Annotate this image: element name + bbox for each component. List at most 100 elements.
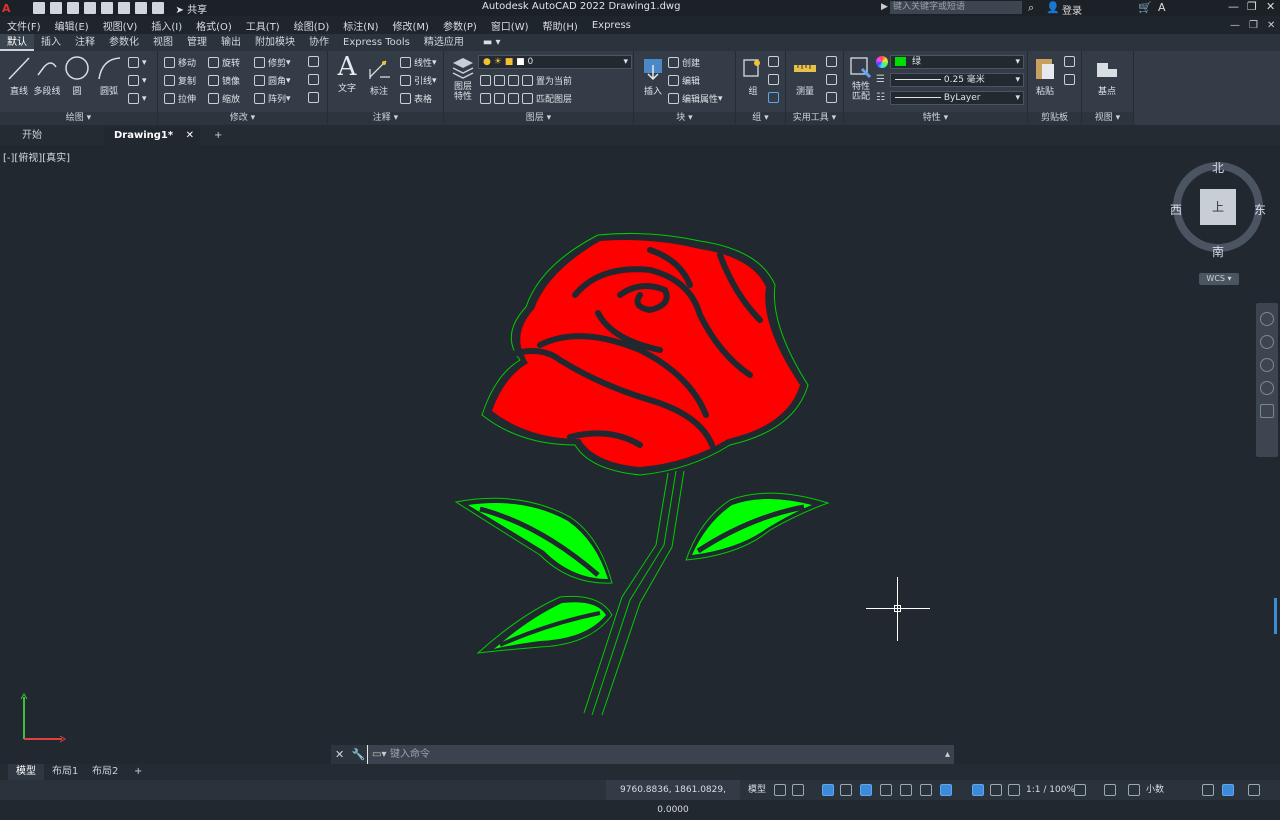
menu-dimension[interactable]: 标注(N) [343, 18, 378, 33]
model-space-button[interactable]: 模型 [748, 780, 766, 800]
snap-icon[interactable] [792, 784, 804, 796]
circle-button[interactable]: 圆 [60, 55, 94, 97]
layer-tools-row-2[interactable]: 匹配图层 [480, 92, 572, 105]
web-mobile-icon[interactable] [100, 2, 113, 14]
block-panel-label[interactable]: 块 ▾ [634, 112, 735, 125]
menu-draw[interactable]: 绘图(D) [294, 18, 330, 33]
match-properties-button[interactable]: 特性 匹配 [844, 55, 878, 102]
layer-properties-button[interactable]: 图层 特性 [446, 55, 480, 102]
fillet-tool[interactable]: 圆角 ▾ [254, 74, 291, 87]
zoom-icon[interactable] [1260, 358, 1274, 372]
tab-layout2[interactable]: 布局2 [84, 764, 126, 780]
user-icon[interactable]: 👤 [1046, 1, 1060, 14]
viewcube-top-face[interactable]: 上 [1200, 189, 1236, 225]
login-label[interactable]: 登录 [1062, 2, 1082, 17]
menu-file[interactable]: 文件(F) [7, 18, 41, 33]
menu-edit[interactable]: 编辑(E) [55, 18, 89, 33]
stretch-tool[interactable]: 拉伸 [164, 92, 196, 105]
menu-help[interactable]: 帮助(H) [543, 18, 578, 33]
close-icon[interactable]: ✕ [1266, 0, 1275, 13]
wcs-menu[interactable]: WCS ▾ [1199, 273, 1239, 285]
draw-panel-label[interactable]: 绘图 ▾ [0, 112, 157, 125]
menu-view[interactable]: 视图(V) [103, 18, 138, 33]
drawing-canvas[interactable]: [-][俯视][真实] 上 北 南 东 西 WCS ▾ [0, 145, 1280, 763]
current-layer-dropdown[interactable]: ● ☀ ■ ■ 0 ▾ [478, 55, 632, 69]
edit-attributes-tool[interactable]: 编辑属性 ▾ [668, 92, 723, 105]
trim-tool[interactable]: 修剪 ▾ [254, 56, 291, 69]
layer-tools-row-1[interactable]: 置为当前 [480, 74, 572, 87]
tab-model[interactable]: 模型 [8, 764, 44, 780]
clipboard-panel-label[interactable]: 剪贴板 [1028, 112, 1081, 125]
recent-commands-icon[interactable]: ▭▾ [372, 745, 386, 764]
customize-icon[interactable]: 🔧 [352, 748, 366, 761]
ribbon-options-icon[interactable]: ▬ ▾ [483, 37, 501, 48]
group-select-tool[interactable] [768, 92, 782, 103]
dimension-button[interactable]: 标注 [362, 55, 396, 97]
menu-tools[interactable]: 工具(T) [246, 18, 280, 33]
hatch-tool[interactable]: ▾ [128, 75, 147, 86]
linetype-dropdown[interactable]: ByLayer ▾ [890, 91, 1024, 105]
calculator-tool[interactable] [826, 92, 840, 103]
group-edit-tool[interactable] [768, 74, 782, 85]
more-draw-tool[interactable]: ▾ [128, 93, 147, 104]
leader-tool[interactable]: 引线 ▾ [400, 74, 437, 87]
pan-icon[interactable] [1260, 335, 1274, 349]
color-dropdown[interactable]: 绿 ▾ [890, 55, 1024, 69]
open-icon[interactable] [49, 2, 62, 14]
autocad-logo-icon[interactable]: A [2, 2, 11, 15]
tab-insert[interactable]: 插入 [34, 34, 68, 51]
table-tool[interactable]: 表格 [400, 92, 432, 105]
search-input[interactable]: 键入关键字或短语 [890, 1, 1022, 14]
tab-view[interactable]: 视图 [146, 34, 180, 51]
coordinates-display[interactable]: 9760.8836, 1861.0829, 0.0000 [606, 780, 740, 815]
annotation-monitor-icon[interactable] [1104, 784, 1116, 796]
paste-button[interactable]: 粘贴 [1028, 55, 1062, 97]
annotation-scale-value[interactable]: 1:1 / 100% [1026, 780, 1075, 800]
quick-calc-tool[interactable] [826, 56, 840, 67]
undo-icon[interactable] [134, 2, 147, 14]
polar-tracking-icon[interactable] [880, 784, 892, 796]
tab-collaborate[interactable]: 协作 [302, 34, 336, 51]
menu-express[interactable]: Express [592, 20, 631, 31]
measure-button[interactable]: 测量 [788, 55, 822, 97]
copy-clip-tool[interactable] [1064, 74, 1078, 85]
tab-annotate[interactable]: 注释 [68, 34, 102, 51]
polyline-button[interactable]: 多段线 [30, 55, 64, 97]
explode-tool[interactable] [308, 74, 322, 85]
array-tool[interactable]: 阵列 ▾ [254, 92, 291, 105]
tab-manage[interactable]: 管理 [180, 34, 214, 51]
ortho-icon[interactable] [860, 784, 872, 796]
scale-tool[interactable]: 缩放 [208, 92, 240, 105]
cart-icon[interactable]: 🛒 [1138, 1, 1152, 14]
compass-east[interactable]: 东 [1254, 201, 1266, 218]
object-snap-tracking-icon[interactable] [920, 784, 932, 796]
ungroup-tool[interactable] [768, 56, 782, 67]
create-block-tool[interactable]: 创建 [668, 56, 700, 69]
grid-icon[interactable] [774, 784, 786, 796]
units-dropdown[interactable]: 小数 [1146, 780, 1164, 800]
isolate-objects-icon[interactable] [1222, 784, 1234, 796]
cut-tool[interactable] [1064, 56, 1078, 67]
annotation-visibility-icon[interactable] [972, 784, 984, 796]
linear-tool[interactable]: 线性 ▾ [400, 56, 437, 69]
add-layout-button[interactable]: + [126, 764, 150, 780]
tab-start[interactable]: 开始 [12, 127, 102, 145]
new-tab-button[interactable]: + [204, 127, 232, 145]
infer-constraints-icon[interactable] [822, 784, 834, 796]
tab-parametric[interactable]: 参数化 [102, 34, 146, 51]
showmotion-icon[interactable] [1260, 404, 1274, 418]
arc-button[interactable]: 圆弧 [92, 55, 126, 97]
compass-north[interactable]: 北 [1212, 159, 1224, 176]
mirror-tool[interactable]: 镜像 [208, 74, 240, 87]
move-tool[interactable]: 移动 [164, 56, 196, 69]
linetype-icon[interactable]: ☷ [876, 92, 885, 103]
offset-tool[interactable] [308, 92, 322, 103]
help-icon[interactable]: A [1158, 1, 1166, 14]
dynamic-input-icon[interactable] [840, 784, 852, 796]
annotation-panel-label[interactable]: 注释 ▾ [328, 112, 443, 125]
annotation-scale-icon[interactable] [1008, 784, 1020, 796]
menu-restore-icon[interactable]: ❐ [1249, 20, 1258, 31]
compass-south[interactable]: 南 [1212, 243, 1224, 260]
quick-properties-icon[interactable] [1202, 784, 1214, 796]
compass-west[interactable]: 西 [1170, 201, 1182, 218]
